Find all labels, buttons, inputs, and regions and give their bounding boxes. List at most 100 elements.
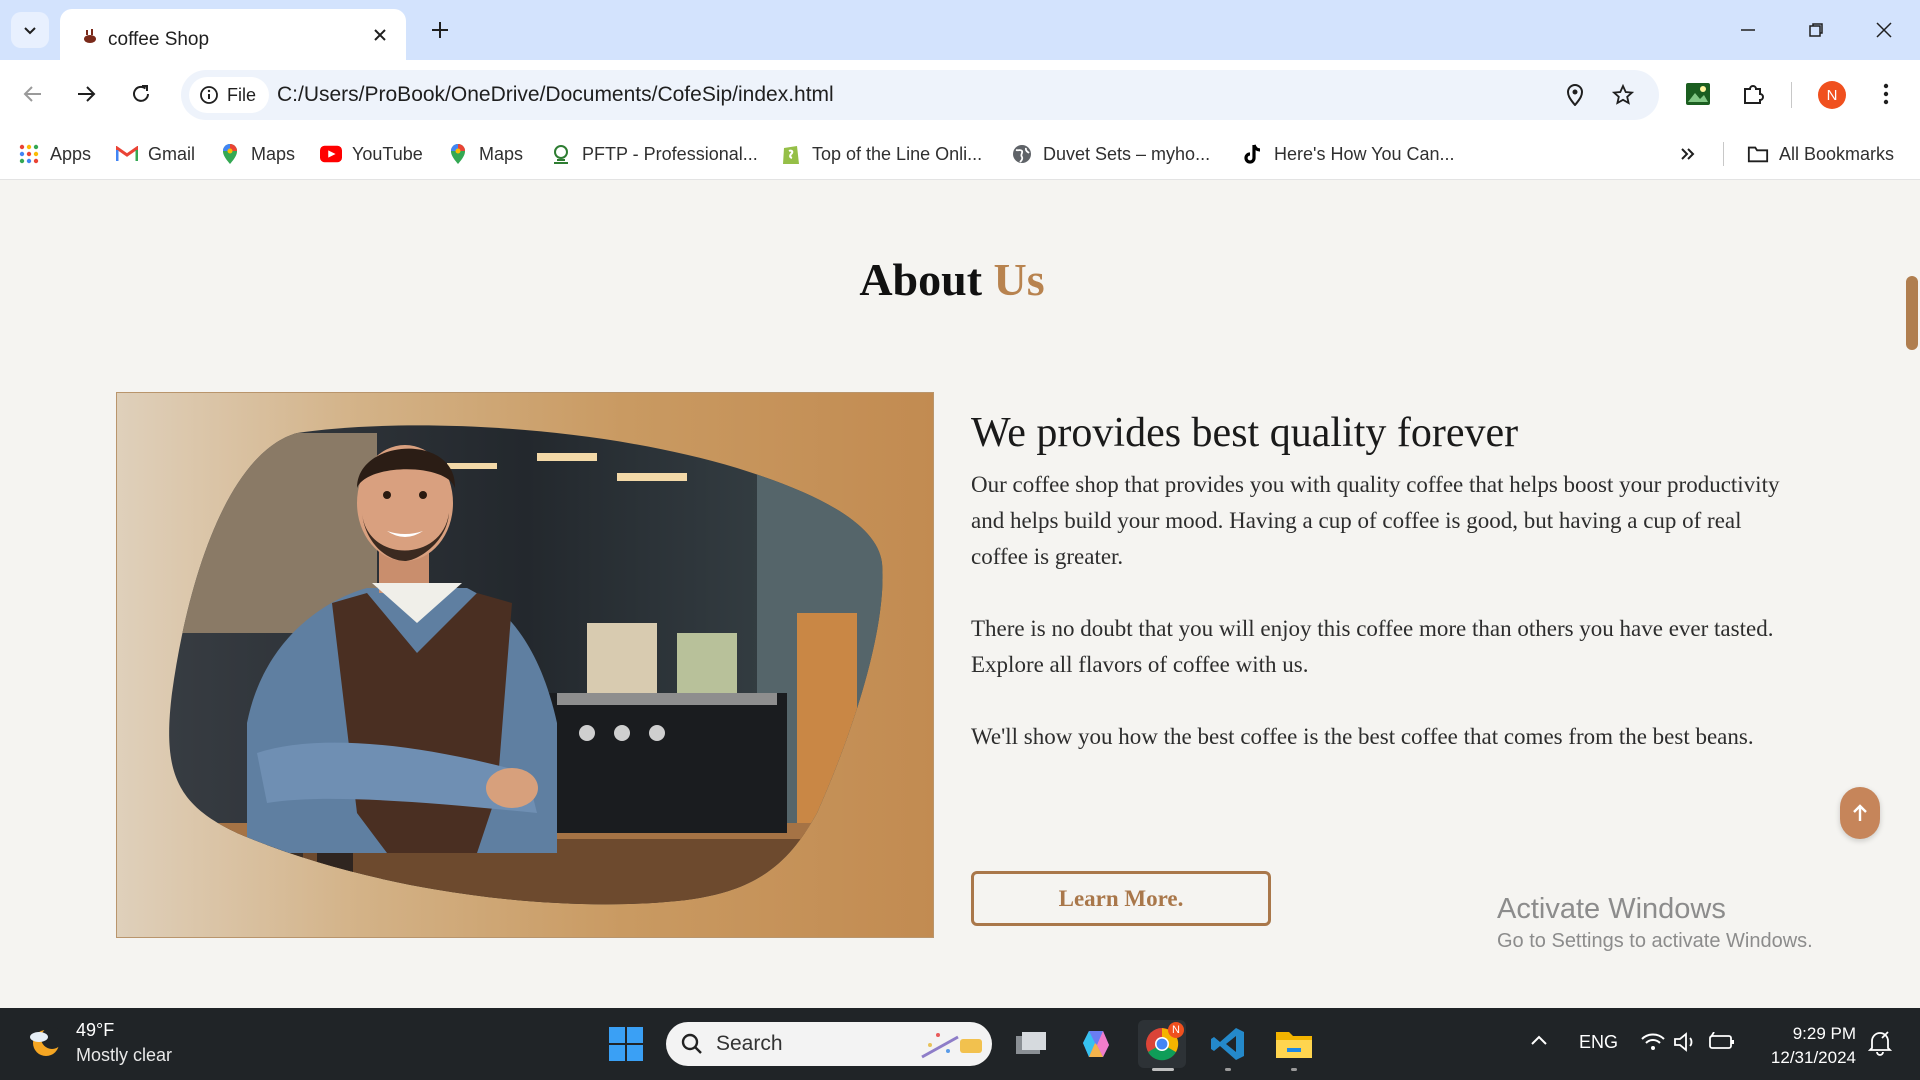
taskbar-search[interactable]: Search — [666, 1022, 992, 1066]
bookmark-star-button[interactable] — [1609, 81, 1637, 109]
bookmarks-overflow-button[interactable] — [1676, 140, 1698, 168]
location-button[interactable] — [1561, 81, 1589, 109]
running-app-indicator — [1225, 1068, 1231, 1071]
maps-pin-icon — [219, 143, 241, 165]
bookmark-label: Top of the Line Onli... — [812, 143, 983, 164]
about-heading-main: About — [859, 254, 983, 305]
about-paragraph-3: We'll show you how the best coffee is th… — [971, 724, 1754, 749]
start-button[interactable] — [602, 1020, 650, 1068]
url-text[interactable]: C:/Users/ProBook/OneDrive/Documents/Cofe… — [277, 83, 834, 107]
activate-windows-subtitle: Go to Settings to activate Windows. — [1497, 930, 1813, 952]
bookmark-label: Maps — [479, 143, 524, 164]
bookmark-heres-how[interactable]: Here's How You Can... — [1242, 140, 1455, 168]
learn-more-button[interactable]: Learn More. — [971, 871, 1271, 926]
bookmark-apps[interactable]: Apps — [18, 140, 91, 168]
browser-tab[interactable]: coffee Shop — [60, 9, 406, 60]
active-app-indicator — [1152, 1068, 1174, 1071]
weather-condition: Mostly clear — [76, 1045, 173, 1065]
copilot-button[interactable] — [1072, 1020, 1120, 1068]
window-close-button[interactable] — [1862, 12, 1906, 48]
star-icon — [1612, 84, 1634, 105]
input-language-indicator[interactable]: ENG — [1579, 1032, 1618, 1053]
bookmark-youtube[interactable]: YouTube — [320, 140, 423, 168]
location-pin-icon — [1566, 84, 1584, 106]
plus-icon — [432, 22, 448, 38]
running-app-indicator — [1291, 1068, 1297, 1071]
tab-search-button[interactable] — [11, 12, 49, 48]
about-subheading: We provides best quality forever — [971, 410, 1519, 456]
globe-icon — [1011, 143, 1033, 165]
about-image — [116, 392, 934, 938]
forward-button[interactable] — [66, 74, 106, 114]
bookmark-label: YouTube — [352, 143, 423, 164]
clock-date: 12/31/2024 — [1770, 1048, 1856, 1067]
restore-icon — [1809, 23, 1823, 37]
notification-bell-icon — [1867, 1031, 1893, 1056]
restore-button[interactable] — [1794, 12, 1838, 48]
task-view-icon — [1016, 1032, 1046, 1054]
bookmark-label: PFTP - Professional... — [582, 143, 758, 164]
scroll-to-top-button[interactable] — [1840, 787, 1880, 839]
youtube-icon — [320, 143, 342, 165]
page-scrollbar-thumb[interactable] — [1906, 276, 1918, 350]
reload-button[interactable] — [121, 74, 161, 114]
tab-title: coffee Shop — [108, 29, 210, 50]
browser-menu-button[interactable] — [1866, 74, 1906, 114]
bookmark-label: Here's How You Can... — [1274, 143, 1455, 164]
taskbar-search-placeholder: Search — [716, 1032, 783, 1055]
bookmark-label: Apps — [50, 143, 92, 164]
task-view-button[interactable] — [1007, 1020, 1055, 1068]
system-tray-status[interactable] — [1640, 1031, 1736, 1057]
vscode-icon — [1211, 1028, 1244, 1060]
bookmark-duvet-sets[interactable]: Duvet Sets – myho... — [1011, 140, 1210, 168]
bookmark-maps[interactable]: Maps — [219, 140, 295, 168]
coffee-cup-icon — [84, 29, 96, 43]
about-paragraph-2: There is no doubt that you will enjoy th… — [971, 616, 1774, 677]
windows-taskbar: 49°F Mostly clear Search N ENG 9:29 PM 1… — [0, 1008, 1920, 1080]
chrome-profile-badge: N — [1168, 1022, 1184, 1038]
windows-logo-icon — [609, 1027, 643, 1061]
minimize-button[interactable] — [1726, 12, 1770, 48]
back-button[interactable] — [13, 74, 53, 114]
apps-grid-icon — [18, 143, 40, 165]
about-heading: About Us — [0, 253, 1904, 306]
search-icon — [681, 1033, 702, 1054]
notifications-button[interactable] — [1867, 1030, 1893, 1061]
maps-pin-icon — [447, 143, 469, 165]
toolbar-divider — [1791, 82, 1792, 108]
weather-widget[interactable]: 49°F Mostly clear — [26, 1020, 172, 1066]
extensions-menu-button[interactable] — [1733, 74, 1773, 114]
all-bookmarks-button[interactable]: All Bookmarks — [1747, 140, 1894, 168]
info-icon — [200, 86, 218, 104]
web-page: About Us We provides best quality foreve… — [0, 181, 1920, 1008]
puzzle-icon — [1744, 85, 1764, 104]
profile-avatar[interactable]: N — [1818, 81, 1846, 109]
browser-toolbar: File C:/Users/ProBook/OneDrive/Documents… — [0, 60, 1920, 128]
bookmark-pftp[interactable]: PFTP - Professional... — [550, 140, 758, 168]
about-heading-accent: Us — [993, 254, 1045, 305]
vscode-taskbar-button[interactable] — [1204, 1020, 1252, 1071]
address-bar[interactable]: File C:/Users/ProBook/OneDrive/Documents… — [181, 70, 1659, 120]
bookmark-gmail[interactable]: Gmail — [116, 140, 195, 168]
bookmark-maps-2[interactable]: Maps — [447, 140, 523, 168]
gmail-icon — [116, 143, 138, 165]
site-info-chip[interactable]: File — [189, 77, 269, 113]
bookmark-label: Maps — [251, 143, 296, 164]
bookmark-label: Gmail — [148, 143, 196, 164]
bookmarks-divider — [1723, 142, 1724, 166]
wifi-icon — [1641, 1033, 1665, 1050]
new-year-decoration-icon — [921, 1033, 982, 1059]
battery-charging-icon — [1709, 1031, 1735, 1049]
folder-icon — [1276, 1032, 1312, 1058]
show-hidden-icons-button[interactable] — [1530, 1032, 1548, 1055]
clock-time: 9:29 PM — [1792, 1024, 1856, 1043]
chevron-down-icon — [24, 27, 36, 35]
bookmark-top-of-the-line[interactable]: Top of the Line Onli... — [780, 140, 982, 168]
taskbar-clock[interactable]: 9:29 PM 12/31/2024 — [1760, 1022, 1856, 1070]
file-explorer-button[interactable] — [1270, 1020, 1318, 1071]
tab-close-button[interactable] — [368, 23, 392, 47]
chrome-taskbar-button[interactable]: N — [1138, 1020, 1186, 1071]
extension-button[interactable] — [1678, 74, 1718, 114]
new-tab-button[interactable] — [424, 14, 456, 46]
bookmark-label: Duvet Sets – myho... — [1043, 143, 1211, 164]
